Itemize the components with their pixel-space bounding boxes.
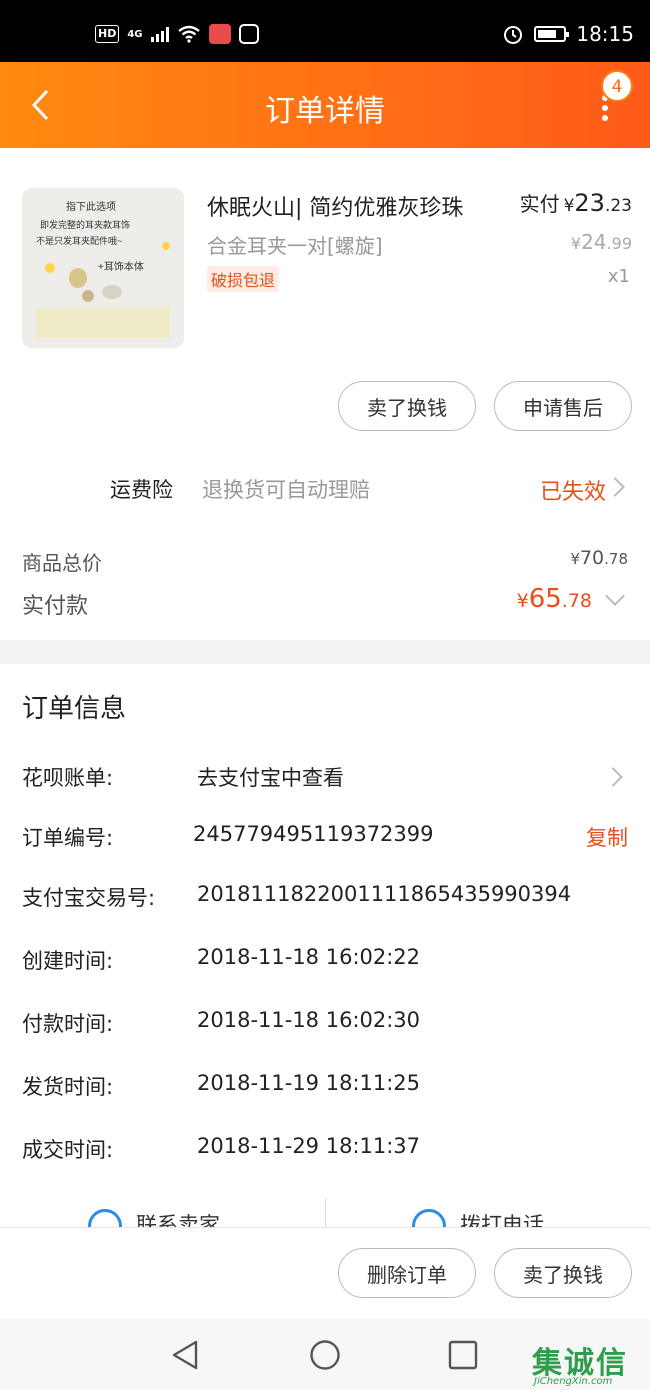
contact-divider xyxy=(325,1198,326,1228)
paid-amount-value: ¥65.78 xyxy=(516,584,592,614)
info-row-alipay-trade: 支付宝交易号: 2018111822001111865435990394 xyxy=(0,882,650,922)
info-label: 花呗账单: xyxy=(22,766,114,790)
info-value: 去支付宝中查看 xyxy=(197,766,344,790)
after-sale-button[interactable]: 申请售后 xyxy=(494,381,632,431)
copy-button[interactable]: 复制 xyxy=(586,822,628,852)
wifi-icon xyxy=(177,25,200,43)
chevron-right-icon xyxy=(603,767,623,787)
contact-seller-button[interactable]: 联系卖家 xyxy=(88,1195,220,1229)
call-button[interactable]: 拨打电话 xyxy=(412,1195,544,1229)
battery-icon xyxy=(534,26,570,42)
product-spec: 合金耳夹一对[螺旋] xyxy=(207,234,383,258)
phone-icon xyxy=(412,1209,446,1229)
info-label: 订单编号: xyxy=(22,826,114,850)
sell-for-cash-button[interactable]: 卖了换钱 xyxy=(338,381,476,431)
info-value: 2018-11-18 16:02:30 xyxy=(197,1008,421,1032)
info-row-completed: 成交时间: 2018-11-29 18:11:37 xyxy=(0,1134,650,1174)
order-info-title: 订单信息 xyxy=(22,694,127,724)
status-time: 18:15 xyxy=(576,22,634,46)
app-notification-icon xyxy=(208,24,231,44)
paid-amount-label: 实付款 xyxy=(22,594,89,619)
goods-total-value: ¥70.78 xyxy=(570,547,628,569)
damage-refund-tag: 破损包退 xyxy=(207,266,280,292)
shipping-insurance-desc: 退换货可自动理赔 xyxy=(202,478,370,502)
network-indicator: 4G xyxy=(127,28,143,40)
info-row-order-number: 订单编号: 245779495119372399 复制 xyxy=(0,822,650,862)
thumb-caption-2: 即发完整的耳夹款耳饰 xyxy=(40,219,130,230)
info-row-paid: 付款时间: 2018-11-18 16:02:30 xyxy=(0,1008,650,1048)
info-label: 支付宝交易号: xyxy=(22,886,156,910)
app-bar: 订单详情 4 xyxy=(0,62,650,148)
nav-back-icon[interactable] xyxy=(170,1339,200,1371)
chevron-down-icon[interactable] xyxy=(605,586,625,606)
chat-icon xyxy=(88,1209,122,1229)
product-thumbnail[interactable]: 指下此选项 即发完整的耳夹款耳饰 不是只发耳夹配件哦~ +耳饰本体 xyxy=(22,188,184,348)
shipping-insurance-label: 运费险 xyxy=(110,478,173,502)
signal-icon xyxy=(150,26,169,42)
original-price: ¥24.99 xyxy=(570,230,632,254)
info-label: 创建时间: xyxy=(22,949,114,973)
contact-seller-label: 联系卖家 xyxy=(136,1213,220,1229)
info-row-shipped: 发货时间: 2018-11-19 18:11:25 xyxy=(0,1071,650,1111)
thumb-caption-3: 不是只发耳夹配件哦~ xyxy=(36,235,122,246)
hd-indicator: HD xyxy=(95,25,120,43)
thumb-caption-4: +耳饰本体 xyxy=(98,260,144,273)
bottom-action-bar: 删除订单 卖了换钱 xyxy=(0,1227,650,1319)
hand-icon xyxy=(238,24,259,44)
info-label: 发货时间: xyxy=(22,1075,114,1099)
watermark-logo: 集诚信 JiChengXin.com xyxy=(532,1346,628,1387)
info-label: 成交时间: xyxy=(22,1138,114,1162)
goods-total-label: 商品总价 xyxy=(22,551,102,575)
product-image: 指下此选项 即发完整的耳夹款耳饰 不是只发耳夹配件哦~ +耳饰本体 xyxy=(22,188,184,348)
product-paid-price: 实付 ¥23.23 xyxy=(519,189,632,217)
status-bar: HD 4G 18:15 xyxy=(0,0,650,62)
nav-home-icon[interactable] xyxy=(309,1339,341,1371)
delete-order-button[interactable]: 删除订单 xyxy=(338,1248,476,1298)
info-value: 2018-11-19 18:11:25 xyxy=(197,1071,421,1095)
info-value: 2018-11-29 18:11:37 xyxy=(197,1134,421,1158)
nav-recents-icon[interactable] xyxy=(448,1340,478,1370)
call-label: 拨打电话 xyxy=(460,1213,544,1229)
shipping-insurance-status[interactable]: 已失效 xyxy=(540,474,606,506)
info-label: 付款时间: xyxy=(22,1012,114,1036)
info-value: 2018-11-18 16:02:22 xyxy=(197,945,421,969)
page-title: 订单详情 xyxy=(265,94,385,129)
info-value: 245779495119372399 xyxy=(193,822,434,846)
info-value: 2018111822001111865435990394 xyxy=(197,882,572,906)
thumb-caption-1: 指下此选项 xyxy=(66,200,116,213)
section-divider xyxy=(0,640,650,664)
info-row-created: 创建时间: 2018-11-18 16:02:22 xyxy=(0,945,650,985)
product-name[interactable]: 休眠火山| 简约优雅灰珍珠 xyxy=(207,190,463,222)
info-row-huabei[interactable]: 花呗账单: 去支付宝中查看 xyxy=(0,762,650,802)
alarm-icon xyxy=(504,26,523,44)
menu-badge: 4 xyxy=(601,70,633,102)
chevron-right-icon[interactable] xyxy=(605,477,625,497)
sell-for-cash-bottom-button[interactable]: 卖了换钱 xyxy=(494,1248,632,1298)
paid-label: 实付 xyxy=(519,192,560,216)
quantity: x1 xyxy=(607,266,630,287)
